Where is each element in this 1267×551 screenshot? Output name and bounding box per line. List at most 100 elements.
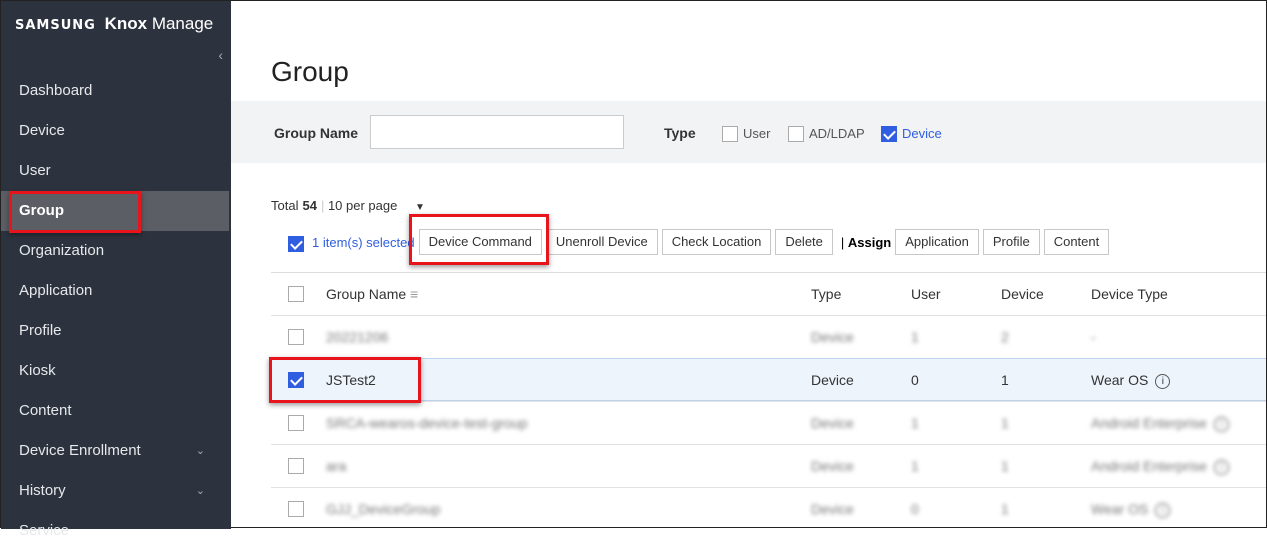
assign-profile-button[interactable]: Profile	[982, 229, 1040, 255]
row-checkbox[interactable]	[288, 501, 304, 517]
chevron-down-icon[interactable]: ⌄	[196, 471, 205, 511]
sidebar-item-label: User	[19, 162, 51, 179]
group-name-input[interactable]	[370, 115, 624, 149]
filter-bar: Group Name Type User AD/LDAP Device	[231, 101, 1266, 163]
group-name[interactable]: JSTest2	[326, 359, 376, 401]
info-icon[interactable]: i	[1155, 373, 1171, 389]
info-icon[interactable]: i	[1213, 416, 1229, 432]
sidebar: SAMSUNG Knox Manage ‹ Dashboard Device Use…	[1, 1, 231, 539]
sidebar-item-label: Service	[19, 522, 70, 539]
user-count: 1	[911, 329, 919, 345]
logo-knox: Knox	[104, 14, 148, 33]
sidebar-item-history[interactable]: History ⌄	[1, 471, 229, 511]
assign-content-button[interactable]: Content	[1043, 229, 1110, 255]
collapse-sidebar-icon[interactable]: ‹	[218, 47, 223, 63]
sidebar-item-device[interactable]: Device	[1, 111, 229, 151]
type-label: Type	[664, 125, 696, 141]
table-row[interactable]: 20221206 Device 1 2 -	[271, 315, 1266, 358]
group-name[interactable]: SRCA-wearos-device-test-group	[326, 402, 528, 444]
device-type: Wear OS i	[1091, 359, 1171, 401]
dropdown-arrow-icon[interactable]: ▼	[415, 202, 425, 213]
row-checkbox[interactable]	[288, 458, 304, 474]
per-page-select[interactable]: 10 per page	[328, 198, 397, 213]
selected-count: 1 item(s) selected	[312, 234, 415, 250]
total-count: 54	[302, 198, 317, 213]
type: Device	[811, 372, 854, 388]
info-icon[interactable]: i	[1213, 459, 1229, 475]
device-count: 1	[1001, 501, 1009, 517]
type: Device	[811, 501, 854, 517]
type: Device	[811, 329, 854, 345]
header-checkbox[interactable]	[288, 286, 304, 302]
sidebar-item-label: Group	[19, 202, 64, 219]
sidebar-item-label: Content	[19, 402, 72, 419]
sidebar-item-label: Device Enrollment	[19, 442, 141, 459]
table-row[interactable]: ara Device 1 1 Android Enterprise i	[271, 444, 1266, 487]
sidebar-item-content[interactable]: Content	[1, 391, 229, 431]
device-count: 1	[1001, 415, 1009, 431]
group-name[interactable]: 20221206	[326, 316, 388, 358]
sidebar-item-label: Dashboard	[19, 82, 93, 99]
main: Group Group Name Type User AD/LDAP Devic…	[231, 1, 1266, 529]
device-command-button[interactable]: Device Command	[418, 229, 542, 255]
table-row[interactable]: GJJ_DeviceGroup Device 0 1 Wear OS i	[271, 487, 1266, 530]
user-count: 1	[911, 458, 919, 474]
col-device-type: Device Type	[1091, 286, 1168, 302]
type: Device	[811, 458, 854, 474]
group-name[interactable]: ara	[326, 445, 346, 487]
sidebar-item-label: History	[19, 482, 66, 499]
device-type: Android Enterprise i	[1091, 402, 1229, 444]
col-type: Type	[811, 286, 842, 302]
info-icon[interactable]: i	[1155, 502, 1171, 518]
device-type: Android Enterprise i	[1091, 445, 1229, 487]
device-count: 1	[1001, 372, 1009, 388]
col-user: User	[911, 286, 941, 302]
logo-samsung: SAMSUNG	[15, 18, 96, 33]
sidebar-item-label: Organization	[19, 242, 105, 259]
device-type: -	[1091, 329, 1096, 345]
page-title: Group	[271, 56, 349, 87]
sidebar-item-dashboard[interactable]: Dashboard	[1, 71, 229, 111]
sort-icon: ≡	[410, 286, 419, 302]
device-type: Wear OS i	[1091, 488, 1171, 530]
row-checkbox[interactable]	[288, 372, 304, 388]
table-row[interactable]: SRCA-wearos-device-test-group Device 1 1…	[271, 401, 1266, 444]
group-table: Group Name ≡ Type User Device Device Typ…	[271, 272, 1266, 530]
logo: SAMSUNG Knox Manage	[15, 14, 213, 34]
group-name[interactable]: GJJ_DeviceGroup	[326, 488, 440, 530]
user-count: 0	[911, 501, 919, 517]
sidebar-item-profile[interactable]: Profile	[1, 311, 229, 351]
sidebar-item-application[interactable]: Application	[1, 271, 229, 311]
sidebar-item-organization[interactable]: Organization	[1, 231, 229, 271]
sidebar-item-device-enrollment[interactable]: Device Enrollment ⌄	[1, 431, 229, 471]
row-checkbox[interactable]	[288, 329, 304, 345]
device-count: 2	[1001, 329, 1009, 345]
sidebar-item-kiosk[interactable]: Kiosk	[1, 351, 229, 391]
type-user-checkbox[interactable]: User	[722, 125, 770, 142]
toolbar: 1 item(s) selected Device Command Unenro…	[304, 229, 1113, 255]
sidebar-item-service[interactable]: Service	[1, 511, 229, 551]
col-device: Device	[1001, 286, 1044, 302]
sidebar-item-label: Application	[19, 282, 93, 299]
select-all-checked[interactable]	[288, 236, 304, 252]
check-location-button[interactable]: Check Location	[661, 229, 772, 255]
row-checkbox[interactable]	[288, 415, 304, 431]
assign-application-button[interactable]: Application	[895, 229, 979, 255]
type-device-checkbox[interactable]: Device	[881, 125, 942, 142]
sidebar-item-group[interactable]: Group	[1, 191, 229, 231]
total-summary: Total 54 | 10 per page ▼	[271, 198, 425, 213]
logo-manage: Manage	[151, 14, 214, 33]
delete-button[interactable]: Delete	[775, 229, 833, 255]
device-count: 1	[1001, 458, 1009, 474]
sidebar-item-user[interactable]: User	[1, 151, 229, 191]
table-header: Group Name ≡ Type User Device Device Typ…	[271, 272, 1266, 315]
col-group-name[interactable]: Group Name ≡	[326, 273, 418, 315]
type-adldap-checkbox[interactable]: AD/LDAP	[788, 125, 865, 142]
table-row[interactable]: JSTest2 Device 0 1 Wear OS i	[271, 358, 1266, 401]
sidebar-item-label: Device	[19, 122, 65, 139]
user-count: 0	[911, 372, 919, 388]
chevron-down-icon[interactable]: ⌄	[196, 431, 205, 471]
type: Device	[811, 415, 854, 431]
unenroll-device-button[interactable]: Unenroll Device	[545, 229, 658, 255]
sidebar-item-label: Profile	[19, 322, 62, 339]
